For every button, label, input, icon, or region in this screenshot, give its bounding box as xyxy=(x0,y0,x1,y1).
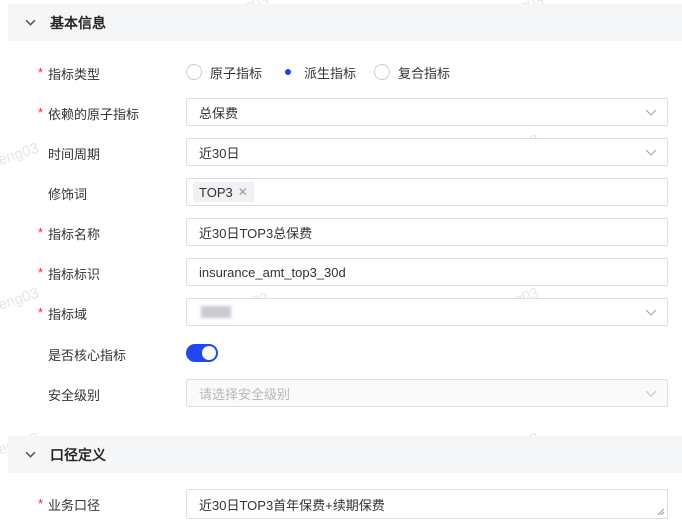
form-row-atomic-metric: * 依赖的原子指标 总保费 xyxy=(0,98,682,126)
chevron-down-icon xyxy=(645,109,657,116)
field-label: 修饰词 xyxy=(48,187,88,202)
required-mark: * xyxy=(38,305,44,320)
modifier-multi-select[interactable]: TOP3 ✕ xyxy=(186,178,668,206)
security-level-select[interactable]: 请选择安全级别 xyxy=(186,379,668,407)
section-title: 口径定义 xyxy=(50,446,106,463)
field-label: 时间周期 xyxy=(48,147,101,162)
form-row-metric-name: * 指标名称 近30日TOP3总保费 xyxy=(0,218,682,246)
field-label: * 业务口径 xyxy=(38,496,101,513)
chevron-down-icon xyxy=(645,149,657,156)
required-mark: * xyxy=(38,265,44,280)
time-period-select[interactable]: 近30日 xyxy=(186,138,668,166)
redacted-value xyxy=(201,306,231,318)
form-row-metric-id: * 指标标识 insurance_amt_top3_30d xyxy=(0,258,682,286)
section-header-caliber[interactable]: 口径定义 xyxy=(8,436,682,473)
atomic-metric-select[interactable]: 总保费 xyxy=(186,98,668,126)
resize-handle-icon[interactable] xyxy=(657,508,665,516)
form-row-metric-type: * 指标类型 原子指标 派生指标 复合指标 xyxy=(0,58,682,86)
field-label: 安全级别 xyxy=(48,388,101,403)
required-mark: * xyxy=(38,496,44,511)
required-mark: * xyxy=(38,65,44,80)
required-mark: * xyxy=(38,105,44,120)
required-mark: * xyxy=(38,225,44,240)
metric-id-input[interactable]: insurance_amt_top3_30d xyxy=(186,258,668,286)
form-row-time-period: 时间周期 近30日 xyxy=(0,138,682,166)
field-label: * 指标名称 xyxy=(38,225,101,242)
field-label: * 指标标识 xyxy=(38,265,101,282)
metric-domain-select[interactable] xyxy=(186,298,668,326)
chevron-down-icon xyxy=(25,451,36,458)
modifier-tag: TOP3 ✕ xyxy=(193,182,254,202)
toggle-knob xyxy=(202,346,216,360)
form-row-modifier: 修饰词 TOP3 ✕ xyxy=(0,178,682,206)
metric-type-radio-group: 原子指标 派生指标 复合指标 xyxy=(186,58,468,86)
field-label: * 依赖的原子指标 xyxy=(38,105,140,122)
form-row-security-level: 安全级别 请选择安全级别 xyxy=(0,379,682,407)
core-metric-toggle[interactable] xyxy=(186,344,218,362)
form-row-business-caliber: * 业务口径 近30日TOP3首年保费+续期保费 xyxy=(0,489,682,519)
chevron-down-icon xyxy=(25,19,36,26)
business-caliber-textarea[interactable]: 近30日TOP3首年保费+续期保费 xyxy=(186,489,668,519)
radio-composite-metric[interactable]: 复合指标 xyxy=(374,63,450,82)
form-row-core-metric: 是否核心指标 xyxy=(0,339,682,367)
close-icon[interactable]: ✕ xyxy=(238,185,248,199)
field-label: * 指标类型 xyxy=(38,65,101,82)
chevron-down-icon xyxy=(645,390,657,397)
metric-name-input[interactable]: 近30日TOP3总保费 xyxy=(186,218,668,246)
radio-derived-metric[interactable]: 派生指标 xyxy=(280,63,356,82)
section-header-basic-info[interactable]: 基本信息 xyxy=(8,4,682,41)
radio-circle-selected[interactable] xyxy=(280,64,297,80)
field-label: * 指标域 xyxy=(38,305,88,322)
form-row-metric-domain: * 指标域 xyxy=(0,298,682,326)
chevron-down-icon xyxy=(645,309,657,316)
section-title: 基本信息 xyxy=(50,14,106,31)
radio-circle[interactable] xyxy=(186,64,202,80)
field-label: 是否核心指标 xyxy=(48,348,127,363)
radio-circle[interactable] xyxy=(374,64,391,80)
radio-atomic-metric[interactable]: 原子指标 xyxy=(186,63,262,82)
